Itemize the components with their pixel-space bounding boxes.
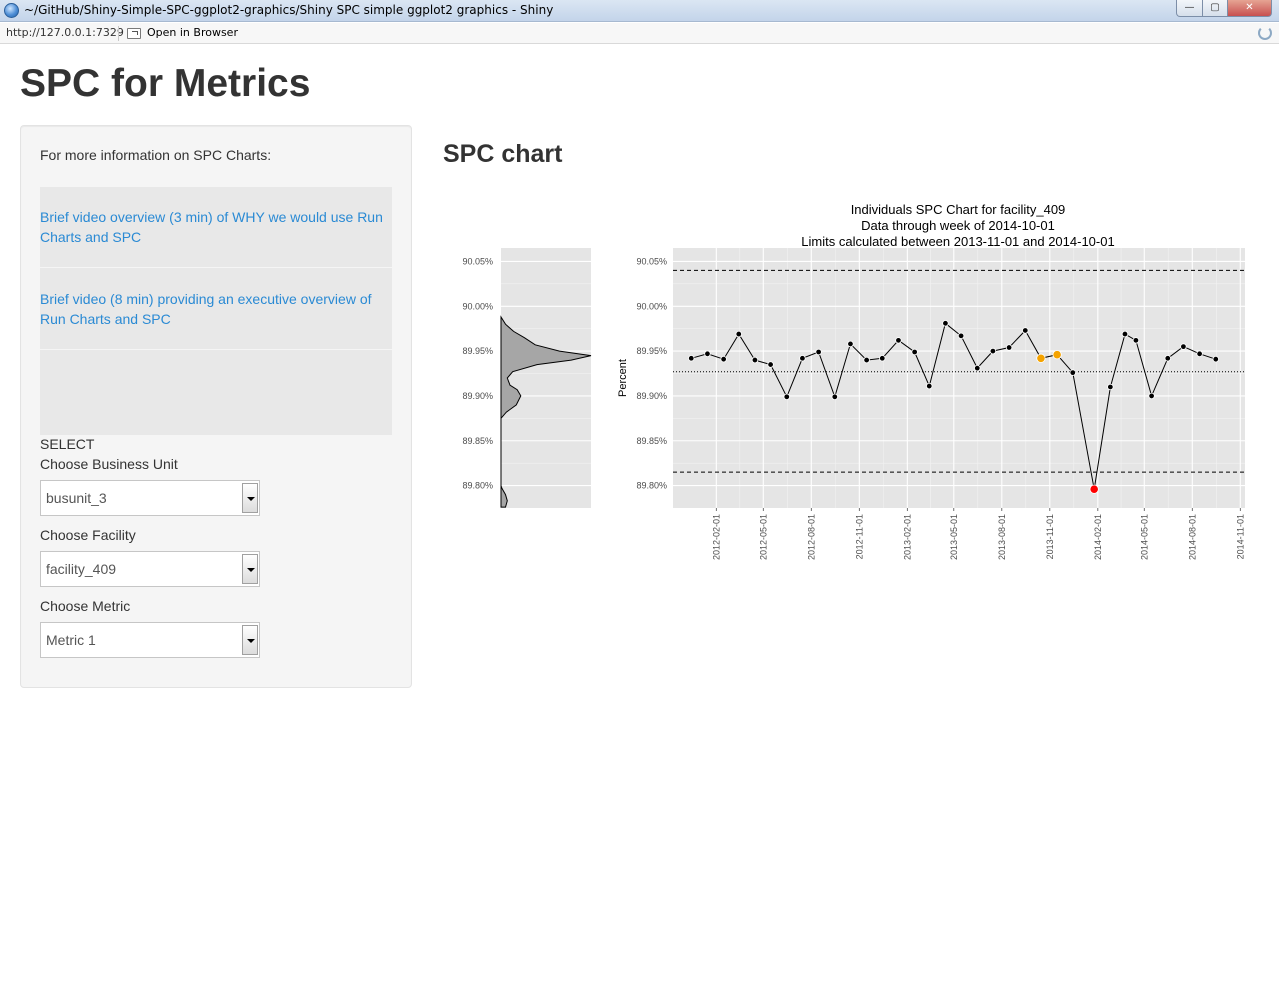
- x-tick-label: 2012-11-01: [854, 514, 864, 559]
- address-bar: http://127.0.0.1:7329 Open in Browser: [0, 23, 1279, 44]
- y-axis-label: Percent: [617, 359, 629, 397]
- rstudio-app-icon: [4, 3, 19, 18]
- data-point: [989, 347, 997, 355]
- data-point: [735, 330, 742, 338]
- x-tick-label: 2014-05-01: [1139, 514, 1149, 560]
- x-tick-label: 2012-02-01: [711, 514, 721, 560]
- chart-title-line-3: Limits calculated between 2013-11-01 and…: [801, 234, 1114, 249]
- close-button[interactable]: ✕: [1227, 0, 1272, 17]
- data-point: [1022, 327, 1029, 334]
- maximize-button[interactable]: ▢: [1202, 0, 1228, 17]
- spc-chart-container: Individuals SPC Chart for facility_409 Da…: [440, 195, 1260, 585]
- data-point: [911, 348, 918, 356]
- x-tick-label: 2014-08-01: [1187, 514, 1197, 560]
- business-unit-value: busunit_3: [46, 490, 107, 506]
- data-point: [1196, 350, 1203, 357]
- data-point: [815, 348, 822, 356]
- data-point: [1005, 344, 1013, 351]
- data-point: [1069, 369, 1076, 376]
- refresh-icon[interactable]: [1258, 26, 1272, 40]
- data-point: [926, 382, 933, 390]
- data-point: [767, 361, 774, 368]
- warning-data-point: [1036, 353, 1046, 363]
- x-tick-label: 2014-11-01: [1235, 514, 1245, 559]
- chevron-down-icon[interactable]: [242, 554, 258, 584]
- window-title-bar: ~/GitHub/Shiny-Simple-SPC-ggplot2-graphi…: [0, 0, 1279, 22]
- sidebar-panel: For more information on SPC Charts: Brie…: [20, 125, 412, 688]
- chart-title-line-2: Data through week of 2014-10-01: [861, 218, 1055, 233]
- data-point: [799, 355, 806, 362]
- data-point: [879, 355, 886, 362]
- list-item: Brief video (8 min) providing an executi…: [40, 269, 392, 350]
- density-y-tick-label: 89.80%: [462, 481, 493, 491]
- density-y-tick-label: 90.05%: [462, 256, 493, 266]
- density-y-tick-label: 89.85%: [462, 436, 493, 446]
- data-point: [1107, 383, 1114, 391]
- metric-value: Metric 1: [46, 632, 96, 648]
- executive-video-link[interactable]: Brief video (8 min) providing an executi…: [40, 289, 385, 329]
- chart-title-line-1: Individuals SPC Chart for facility_409: [851, 202, 1066, 217]
- data-point: [942, 320, 949, 327]
- warning-data-point: [1052, 350, 1062, 360]
- density-y-tick-label: 90.00%: [462, 301, 493, 311]
- data-point: [1180, 343, 1187, 350]
- data-point: [688, 355, 695, 362]
- page-title: SPC for Metrics: [20, 62, 311, 105]
- data-point: [957, 332, 965, 340]
- data-point: [863, 356, 870, 364]
- data-point: [1164, 355, 1171, 362]
- data-point: [704, 350, 711, 357]
- y-tick-label: 90.00%: [636, 301, 667, 311]
- x-tick-label: 2013-05-01: [949, 514, 959, 560]
- business-unit-label: Choose Business Unit: [40, 456, 178, 472]
- chevron-down-icon[interactable]: [242, 483, 258, 513]
- open-in-browser-icon[interactable]: [127, 28, 141, 39]
- url-text: http://127.0.0.1:7329: [6, 26, 124, 39]
- info-text: For more information on SPC Charts:: [40, 147, 272, 163]
- spc-chart: Individuals SPC Chart for facility_409Da…: [462, 202, 1245, 560]
- metric-label: Choose Metric: [40, 598, 131, 614]
- data-point: [1121, 330, 1129, 338]
- data-point: [1148, 392, 1155, 400]
- business-unit-select[interactable]: busunit_3: [40, 480, 260, 516]
- data-point: [720, 355, 727, 363]
- data-point: [847, 340, 854, 348]
- window-title: ~/GitHub/Shiny-Simple-SPC-ggplot2-graphi…: [24, 3, 554, 17]
- facility-value: facility_409: [46, 561, 117, 577]
- data-point: [1212, 355, 1219, 363]
- x-tick-label: 2013-08-01: [997, 514, 1007, 560]
- chevron-down-icon[interactable]: [242, 625, 258, 655]
- density-panel-background: [501, 248, 591, 508]
- chart-heading: SPC chart: [443, 140, 563, 168]
- data-point: [783, 393, 790, 401]
- x-tick-label: 2014-02-01: [1093, 514, 1103, 560]
- data-point: [895, 337, 902, 344]
- y-tick-label: 89.85%: [636, 436, 667, 446]
- video-link-list: Brief video overview (3 min) of WHY we w…: [40, 187, 392, 435]
- density-y-tick-label: 89.95%: [462, 346, 493, 356]
- metric-select[interactable]: Metric 1: [40, 622, 260, 658]
- x-tick-label: 2013-11-01: [1045, 514, 1055, 559]
- y-tick-label: 90.05%: [636, 256, 667, 266]
- facility-label: Choose Facility: [40, 527, 136, 543]
- minimize-button[interactable]: —: [1176, 0, 1203, 17]
- address-separator: [118, 26, 119, 41]
- density-y-tick-label: 89.90%: [462, 391, 493, 401]
- y-tick-label: 89.95%: [636, 346, 667, 356]
- open-in-browser-button[interactable]: Open in Browser: [147, 26, 238, 39]
- x-tick-label: 2012-08-01: [806, 514, 816, 560]
- facility-select[interactable]: facility_409: [40, 551, 260, 587]
- select-heading: SELECT: [40, 436, 95, 452]
- data-point: [974, 364, 981, 372]
- data-point: [831, 393, 838, 401]
- data-point: [751, 356, 759, 364]
- x-tick-label: 2013-02-01: [902, 514, 912, 560]
- y-tick-label: 89.80%: [636, 481, 667, 491]
- list-item: Brief video overview (3 min) of WHY we w…: [40, 187, 392, 268]
- out-of-control-data-point: [1089, 484, 1099, 494]
- data-point: [1132, 337, 1140, 344]
- why-video-link[interactable]: Brief video overview (3 min) of WHY we w…: [40, 207, 385, 247]
- y-tick-label: 89.90%: [636, 391, 667, 401]
- x-tick-label: 2012-05-01: [758, 514, 768, 560]
